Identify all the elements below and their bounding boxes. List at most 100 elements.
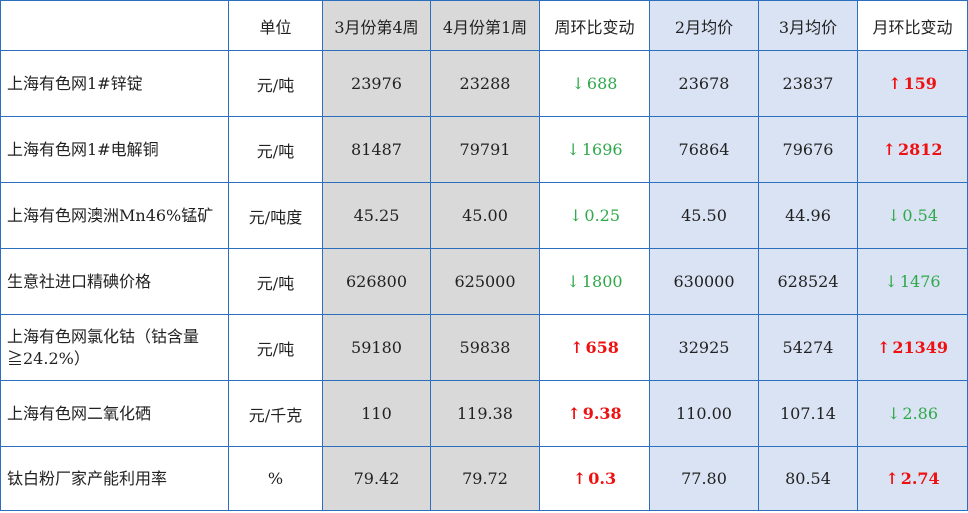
table-row: 上海有色网1#锌锭 元/吨 23976 23288 ↓ 688 23678 23837 ↑ 159 xyxy=(0,50,968,117)
row-cur-week: 59838 xyxy=(430,314,540,381)
arrow-down-icon: ↓ xyxy=(886,404,901,423)
table-row: 上海有色网氯化钴（钴含量≧24.2%） 元/吨 59180 59838 ↑ 658 3292… xyxy=(0,314,968,381)
arrow-up-icon: ↑ xyxy=(888,74,902,93)
row-mar-avg: 54274 xyxy=(758,314,858,381)
row-name: 上海有色网二氧化硒 xyxy=(0,380,229,447)
header-unit: 单位 xyxy=(228,0,323,51)
row-month-change: ↓ 0.54 xyxy=(857,182,968,249)
price-table: 单位 3月份第4周 4月份第1周 周环比变动 2月均价 3月均价 月环比变动 上… xyxy=(0,0,968,511)
row-month-change: ↑ 2.74 xyxy=(857,446,968,511)
table-row: 生意社进口精碘价格 元/吨 626800 625000 ↓ 1800 630000 62852… xyxy=(0,248,968,315)
row-week-change: ↑ 9.38 xyxy=(539,380,650,447)
row-month-change-value: 2812 xyxy=(897,140,943,159)
row-feb-avg: 45.50 xyxy=(649,182,759,249)
arrow-down-icon: ↓ xyxy=(566,272,580,291)
row-week-change: ↓ 1800 xyxy=(539,248,650,315)
row-month-change: ↑ 159 xyxy=(857,50,968,117)
row-mar-avg: 79676 xyxy=(758,116,858,183)
row-week-change: ↑ 658 xyxy=(539,314,650,381)
row-prev-week: 59180 xyxy=(322,314,431,381)
row-mar-avg: 107.14 xyxy=(758,380,858,447)
row-month-change: ↑ 21349 xyxy=(857,314,968,381)
row-week-change-value: 0.25 xyxy=(584,206,621,225)
row-mar-avg: 23837 xyxy=(758,50,858,117)
header-mar-avg: 3月均价 xyxy=(758,0,858,51)
row-cur-week: 625000 xyxy=(430,248,540,315)
header-cur-week: 4月份第1周 xyxy=(430,0,540,51)
row-name: 钛白粉厂家产能利用率 xyxy=(0,446,229,511)
row-cur-week: 119.38 xyxy=(430,380,540,447)
row-unit: 元/吨 xyxy=(228,116,323,183)
row-cur-week: 23288 xyxy=(430,50,540,117)
row-mar-avg: 628524 xyxy=(758,248,858,315)
row-week-change: ↓ 688 xyxy=(539,50,650,117)
row-unit: % xyxy=(228,446,323,511)
row-name: 生意社进口精碘价格 xyxy=(0,248,229,315)
arrow-up-icon: ↑ xyxy=(876,338,891,357)
row-name: 上海有色网氯化钴（钴含量≧24.2%） xyxy=(0,314,229,381)
row-prev-week: 79.42 xyxy=(322,446,431,511)
header-week-change: 周环比变动 xyxy=(539,0,650,51)
row-week-change: ↓ 0.25 xyxy=(539,182,650,249)
row-feb-avg: 76864 xyxy=(649,116,759,183)
row-mar-avg: 80.54 xyxy=(758,446,858,511)
row-month-change: ↓ 2.86 xyxy=(857,380,968,447)
row-cur-week: 79791 xyxy=(430,116,540,183)
row-week-change-value: 0.3 xyxy=(588,469,617,488)
row-unit: 元/吨 xyxy=(228,248,323,315)
row-cur-week: 79.72 xyxy=(430,446,540,511)
table-row: 上海有色网澳洲Mn46%锰矿 元/吨度 45.25 45.00 ↓ 0.25 45.50 44… xyxy=(0,182,968,249)
row-prev-week: 45.25 xyxy=(322,182,431,249)
row-feb-avg: 77.80 xyxy=(649,446,759,511)
row-month-change-value: 2.74 xyxy=(900,469,940,488)
row-feb-avg: 32925 xyxy=(649,314,759,381)
row-feb-avg: 110.00 xyxy=(649,380,759,447)
row-unit: 元/吨 xyxy=(228,50,323,117)
row-week-change-value: 9.38 xyxy=(582,404,622,423)
header-month-change: 月环比变动 xyxy=(857,0,968,51)
row-name: 上海有色网1#电解铜 xyxy=(0,116,229,183)
row-week-change-value: 1696 xyxy=(581,140,623,159)
row-month-change-value: 1476 xyxy=(899,272,941,291)
arrow-up-icon: ↑ xyxy=(882,140,896,159)
table-row: 钛白粉厂家产能利用率% 79.42 79.72 ↑ 0.3 77.80 80.54 ↑ 2.74 xyxy=(0,446,968,511)
arrow-down-icon: ↓ xyxy=(884,272,898,291)
row-week-change: ↓ 1696 xyxy=(539,116,650,183)
row-cur-week: 45.00 xyxy=(430,182,540,249)
row-prev-week: 626800 xyxy=(322,248,431,315)
row-month-change-value: 2.86 xyxy=(902,404,939,423)
row-month-change: ↑ 2812 xyxy=(857,116,968,183)
row-week-change-value: 658 xyxy=(585,338,619,357)
arrow-up-icon: ↑ xyxy=(570,338,584,357)
table-row: 上海有色网二氧化硒 元/千克 110 119.38 ↑ 9.38 110.00 107.14 ↓… xyxy=(0,380,968,447)
row-month-change: ↓ 1476 xyxy=(857,248,968,315)
arrow-down-icon: ↓ xyxy=(568,206,583,225)
arrow-down-icon: ↓ xyxy=(886,206,901,225)
row-prev-week: 23976 xyxy=(322,50,431,117)
row-unit: 元/千克 xyxy=(228,380,323,447)
header-row: 单位 3月份第4周 4月份第1周 周环比变动 2月均价 3月均价 月环比变动 xyxy=(0,0,968,51)
arrow-up-icon: ↑ xyxy=(572,469,587,488)
row-name: 上海有色网澳洲Mn46%锰矿 xyxy=(0,182,229,249)
row-month-change-value: 21349 xyxy=(892,338,949,357)
row-feb-avg: 630000 xyxy=(649,248,759,315)
row-week-change: ↑ 0.3 xyxy=(539,446,650,511)
arrow-down-icon: ↓ xyxy=(566,140,580,159)
arrow-up-icon: ↑ xyxy=(885,469,899,488)
header-feb-avg: 2月均价 xyxy=(649,0,759,51)
arrow-up-icon: ↑ xyxy=(567,404,581,423)
row-unit: 元/吨度 xyxy=(228,182,323,249)
arrow-down-icon: ↓ xyxy=(571,74,585,93)
row-month-change-value: 159 xyxy=(903,74,937,93)
row-prev-week: 110 xyxy=(322,380,431,447)
table-row: 上海有色网1#电解铜 元/吨 81487 79791 ↓ 1696 76864 79676 ↑ 2… xyxy=(0,116,968,183)
row-month-change-value: 0.54 xyxy=(902,206,939,225)
row-mar-avg: 44.96 xyxy=(758,182,858,249)
row-week-change-value: 688 xyxy=(586,74,618,93)
header-prev-week: 3月份第4周 xyxy=(322,0,431,51)
row-prev-week: 81487 xyxy=(322,116,431,183)
row-week-change-value: 1800 xyxy=(581,272,623,291)
row-unit: 元/吨 xyxy=(228,314,323,381)
row-name: 上海有色网1#锌锭 xyxy=(0,50,229,117)
row-feb-avg: 23678 xyxy=(649,50,759,117)
